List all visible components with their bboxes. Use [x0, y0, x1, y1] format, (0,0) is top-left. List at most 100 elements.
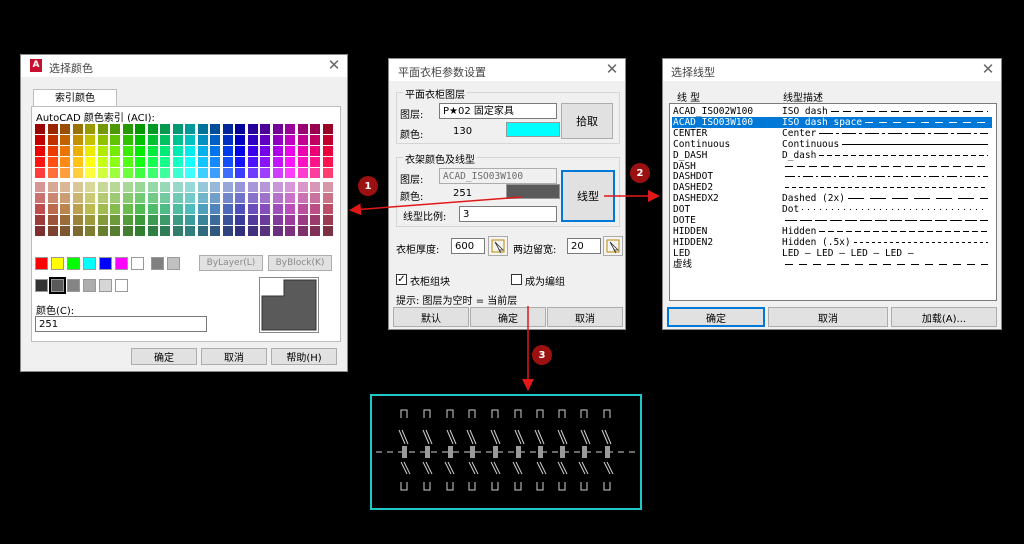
linetype-row[interactable]: 虚线 [672, 259, 992, 270]
palette-cell[interactable] [222, 157, 233, 167]
palette-cell[interactable] [110, 124, 120, 134]
palette-cell[interactable] [60, 135, 70, 145]
palette-cell[interactable] [272, 215, 283, 225]
palette-cell[interactable] [235, 135, 245, 145]
palette-cell[interactable] [235, 146, 245, 156]
palette-cell[interactable] [172, 215, 183, 225]
palette-cell[interactable] [310, 215, 320, 225]
palette-cell[interactable] [272, 135, 283, 145]
palette-cell[interactable] [310, 168, 320, 178]
palette-cell[interactable] [110, 135, 120, 145]
close-icon[interactable]: ✕ [979, 60, 997, 78]
palette-cell[interactable] [310, 193, 320, 203]
linetype-row[interactable]: D_DASH D_dash [672, 150, 992, 161]
palette-cell[interactable] [135, 124, 145, 134]
palette-cell[interactable] [185, 204, 195, 214]
palette-cell[interactable] [322, 168, 333, 178]
margin-pick-icon[interactable] [603, 236, 623, 256]
palette-cell[interactable] [235, 204, 245, 214]
palette-cell[interactable] [310, 226, 320, 236]
palette-cell[interactable] [297, 215, 308, 225]
palette-cell[interactable] [47, 124, 58, 134]
palette-cell[interactable] [210, 135, 220, 145]
palette-cell[interactable] [297, 204, 308, 214]
palette-cell[interactable] [147, 193, 158, 203]
standard-color-cell[interactable] [51, 257, 64, 270]
palette-cell[interactable] [85, 204, 95, 214]
palette-cell[interactable] [260, 157, 270, 167]
palette-cell[interactable] [97, 193, 108, 203]
palette-cell[interactable] [210, 157, 220, 167]
palette-cell[interactable] [222, 215, 233, 225]
palette-cell[interactable] [85, 146, 95, 156]
tab-index-color[interactable]: 索引颜色 [33, 89, 117, 107]
palette-cell[interactable] [222, 226, 233, 236]
cancel-button[interactable]: 取消 [768, 307, 888, 327]
palette-cell[interactable] [222, 204, 233, 214]
palette-cell[interactable] [310, 135, 320, 145]
palette-cell[interactable] [35, 168, 45, 178]
palette-cell[interactable] [85, 135, 95, 145]
group-checkbox[interactable]: ✓ [396, 274, 407, 285]
palette-cell[interactable] [122, 204, 133, 214]
palette-cell[interactable] [285, 146, 295, 156]
standard-color-cell[interactable] [151, 257, 164, 270]
palette-cell[interactable] [110, 204, 120, 214]
palette-cell[interactable] [135, 215, 145, 225]
color-input[interactable]: 251 [35, 316, 207, 332]
palette-cell[interactable] [297, 193, 308, 203]
palette-cell[interactable] [285, 124, 295, 134]
linetype-row[interactable]: DOT Dot [672, 204, 992, 215]
palette-cell[interactable] [160, 215, 170, 225]
palette-cell[interactable] [222, 168, 233, 178]
palette-cell[interactable] [97, 204, 108, 214]
palette-cell[interactable] [110, 168, 120, 178]
palette-cell[interactable] [322, 215, 333, 225]
palette-cell[interactable] [72, 193, 83, 203]
palette-cell[interactable] [172, 226, 183, 236]
palette-cell[interactable] [285, 182, 295, 192]
palette-cell[interactable] [247, 226, 258, 236]
palette-cell[interactable] [285, 168, 295, 178]
palette-cell[interactable] [60, 182, 70, 192]
palette-cell[interactable] [260, 215, 270, 225]
palette-cell[interactable] [85, 124, 95, 134]
gray-color-cell[interactable] [83, 279, 96, 292]
palette-cell[interactable] [35, 226, 45, 236]
palette-cell[interactable] [60, 124, 70, 134]
palette-cell[interactable] [72, 215, 83, 225]
palette-cell[interactable] [322, 182, 333, 192]
palette-cell[interactable] [110, 193, 120, 203]
standard-color-cell[interactable] [99, 257, 112, 270]
linetype-list[interactable]: ACAD_ISO02W100 ISO dash ACAD_ISO03W100 ISO … [669, 103, 997, 301]
palette-cell[interactable] [147, 182, 158, 192]
palette-cell[interactable] [85, 226, 95, 236]
palette-cell[interactable] [35, 204, 45, 214]
palette-cell[interactable] [47, 146, 58, 156]
palette-cell[interactable] [35, 146, 45, 156]
palette-cell[interactable] [322, 204, 333, 214]
palette-cell[interactable] [35, 182, 45, 192]
linetype-row[interactable]: DASH [672, 161, 992, 172]
palette-cell[interactable] [222, 182, 233, 192]
palette-cell[interactable] [235, 193, 245, 203]
palette-cell[interactable] [247, 135, 258, 145]
palette-cell[interactable] [210, 204, 220, 214]
palette-cell[interactable] [35, 215, 45, 225]
aci-palette[interactable] [35, 124, 337, 236]
palette-cell[interactable] [322, 146, 333, 156]
palette-cell[interactable] [197, 157, 208, 167]
linetype-row[interactable]: CENTER Center [672, 128, 992, 139]
palette-cell[interactable] [97, 146, 108, 156]
palette-cell[interactable] [197, 182, 208, 192]
palette-cell[interactable] [272, 146, 283, 156]
linetype-dialog-titlebar[interactable]: 选择线型 ✕ [663, 59, 1001, 81]
scale-input[interactable]: 3 [459, 206, 557, 222]
color-dialog-titlebar[interactable]: A 选择颜色 ✕ [21, 55, 347, 77]
linetype-row[interactable]: ACAD_ISO02W100 ISO dash [672, 106, 992, 117]
palette-cell[interactable] [122, 193, 133, 203]
palette-cell[interactable] [60, 226, 70, 236]
palette-cell[interactable] [172, 157, 183, 167]
palette-cell[interactable] [272, 124, 283, 134]
palette-cell[interactable] [310, 204, 320, 214]
